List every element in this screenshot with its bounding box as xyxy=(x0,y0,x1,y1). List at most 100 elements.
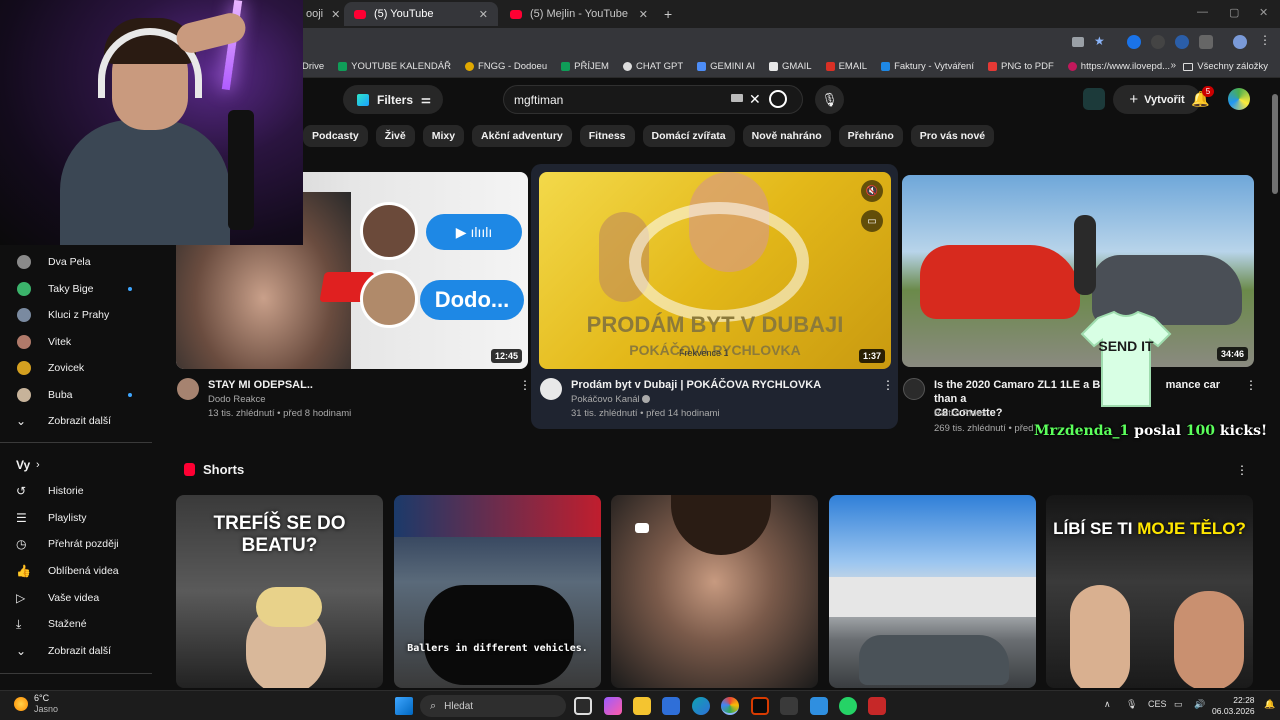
sidebar-subscription[interactable]: Kluci z Prahy xyxy=(0,304,160,326)
short-card[interactable]: LÍBÍ SE TI MOJE TĚLO? xyxy=(1046,495,1253,688)
page-scrollbar[interactable] xyxy=(1272,94,1278,194)
close-window-icon[interactable]: ✕ xyxy=(1259,6,1268,19)
app-icon[interactable] xyxy=(868,697,886,715)
chip[interactable]: Přehráno xyxy=(838,125,903,147)
edge-icon[interactable] xyxy=(692,697,710,715)
channel-avatar[interactable] xyxy=(540,378,562,400)
extension-icon[interactable] xyxy=(1127,35,1141,49)
bookmark-item[interactable]: PŘÍJEM xyxy=(561,61,609,72)
shorts-menu-icon[interactable]: ⋮ xyxy=(1236,463,1248,477)
close-tab-icon[interactable]: ✕ xyxy=(479,8,488,21)
channel-avatar[interactable] xyxy=(177,378,199,400)
bookmark-star-icon[interactable]: ★ xyxy=(1094,34,1108,48)
windows-start-icon[interactable] xyxy=(395,697,413,715)
create-button[interactable]: + Vytvořit xyxy=(1113,85,1201,114)
sidebar-item-downloads[interactable]: ⤓ Stažené xyxy=(0,613,160,635)
chip[interactable]: Fitness xyxy=(579,125,635,147)
puzzle-icon[interactable] xyxy=(1199,35,1213,49)
sidebar-show-more[interactable]: ⌄ Zobrazit další xyxy=(0,410,160,432)
filters-button[interactable]: Filters ⚌ xyxy=(343,85,443,114)
bookmark-item[interactable]: PNG to PDF xyxy=(987,61,1054,72)
chip[interactable]: Akční adventury xyxy=(472,125,572,147)
channel-name[interactable]: Dodo Reakce xyxy=(208,394,266,405)
studio-icon[interactable] xyxy=(1083,88,1105,110)
sidebar-item-watch-later[interactable]: ◷ Přehrát později xyxy=(0,533,160,555)
outlook-icon[interactable] xyxy=(662,697,680,715)
sidebar-you-heading[interactable]: Vy › xyxy=(0,454,160,476)
microphone-tray-icon[interactable]: 🎙 xyxy=(1126,699,1137,710)
sidebar-subscription[interactable]: Zovicek xyxy=(0,357,160,379)
menu-kebab-icon[interactable]: ⋮ xyxy=(1259,33,1273,47)
tab-mejlin[interactable]: (5) Mejlin - YouTube ✕ xyxy=(500,2,658,26)
video-menu-icon[interactable]: ⋮ xyxy=(519,378,531,392)
copilot-icon[interactable] xyxy=(604,697,622,715)
microphone-icon[interactable]: 🎙 xyxy=(815,85,844,114)
maximize-icon[interactable]: ▢ xyxy=(1229,6,1239,19)
photos-icon[interactable] xyxy=(810,697,828,715)
chip[interactable]: Mixy xyxy=(422,125,465,147)
new-tab-button[interactable]: + xyxy=(664,6,672,22)
sidebar-item-history[interactable]: ↺ Historie xyxy=(0,480,160,502)
chip[interactable]: Živě xyxy=(375,125,415,147)
video-thumbnail[interactable]: PRODÁM BYT V DUBAJI POKÁČOVA RYCHLOVKA F… xyxy=(539,172,891,369)
language-indicator[interactable]: CES xyxy=(1148,699,1167,709)
whatsapp-icon[interactable] xyxy=(839,697,857,715)
extension-icon[interactable] xyxy=(1151,35,1165,49)
keyboard-icon[interactable] xyxy=(731,94,743,102)
chip[interactable]: Pro vás nové xyxy=(910,125,995,147)
bookmark-item[interactable]: CHAT GPT xyxy=(622,61,683,72)
sidebar-item-your-videos[interactable]: ▷ Vaše videa xyxy=(0,587,160,609)
video-title[interactable]: STAY MI ODEPSAL.. xyxy=(208,378,313,392)
sidebar-item-liked[interactable]: 👍 Oblíbená videa xyxy=(0,560,160,582)
weather-widget[interactable]: 6°C Jasno xyxy=(14,693,58,715)
taskbar-clock[interactable]: 22:28 06.03.2026 xyxy=(1212,695,1255,717)
terminal-icon[interactable] xyxy=(751,697,769,715)
extension-icon[interactable] xyxy=(1175,35,1189,49)
bookmark-item[interactable]: FNGG - Dodoeu xyxy=(464,61,547,72)
calculator-icon[interactable] xyxy=(780,697,798,715)
channel-avatar[interactable] xyxy=(903,378,925,400)
video-menu-icon[interactable]: ⋮ xyxy=(882,378,894,392)
mute-icon[interactable]: 🔇 xyxy=(861,180,883,202)
captions-icon[interactable]: ▭ xyxy=(861,210,883,232)
bookmark-item[interactable]: Drive xyxy=(302,61,324,72)
cast-icon[interactable] xyxy=(1072,37,1084,47)
tab-youtube[interactable]: (5) YouTube ✕ xyxy=(344,2,498,26)
tray-overflow-icon[interactable]: ∧ xyxy=(1104,699,1111,710)
volume-icon[interactable]: 🔊 xyxy=(1194,699,1205,710)
chip[interactable]: Domácí zvířata xyxy=(642,125,735,147)
bookmark-item[interactable]: GMAIL xyxy=(769,61,812,72)
sidebar-subscription[interactable]: Vitek xyxy=(0,331,160,353)
bookmarks-overflow-icon[interactable]: » xyxy=(1170,60,1176,71)
notification-center-icon[interactable]: 🔔 xyxy=(1264,699,1275,710)
network-icon[interactable]: ▭ xyxy=(1174,699,1183,710)
bookmark-item[interactable]: EMAIL xyxy=(825,61,867,72)
task-view-icon[interactable] xyxy=(574,697,592,715)
all-bookmarks-folder[interactable]: Všechny záložky xyxy=(1183,61,1268,72)
short-card[interactable]: Ballers in different vehicles. xyxy=(394,495,601,688)
sidebar-subscription[interactable]: Taky Bige xyxy=(0,278,160,300)
chip[interactable]: Podcasty xyxy=(303,125,368,147)
short-card[interactable] xyxy=(611,495,818,688)
video-menu-icon[interactable]: ⋮ xyxy=(1245,378,1257,392)
search-icon[interactable] xyxy=(769,90,787,108)
sidebar-item-playlists[interactable]: ☰ Playlisty xyxy=(0,507,160,529)
chip[interactable]: Nově nahráno xyxy=(742,125,831,147)
account-avatar[interactable] xyxy=(1228,88,1250,110)
channel-name[interactable]: Raiti's Rides xyxy=(934,408,987,419)
sidebar-show-more[interactable]: ⌄ Zobrazit další xyxy=(0,640,160,662)
chrome-icon[interactable] xyxy=(721,697,739,715)
bookmark-item[interactable]: https://www.ilovepd... xyxy=(1067,61,1170,72)
short-card[interactable]: TREFÍŠ SE DO BEATU? xyxy=(176,495,383,688)
taskbar-search[interactable]: ⌕ Hledat xyxy=(420,695,566,717)
video-title[interactable]: Prodám byt v Dubaji | POKÁČOVA RYCHLOVKA xyxy=(571,378,821,392)
bookmark-item[interactable]: GEMINI AI xyxy=(697,61,755,72)
file-explorer-icon[interactable] xyxy=(633,697,651,715)
close-tab-icon[interactable]: ✕ xyxy=(639,8,648,21)
close-tab-icon[interactable]: ✕ xyxy=(331,8,340,21)
sidebar-subscription[interactable]: Buba xyxy=(0,384,160,406)
channel-name[interactable]: Pokáčovo Kanál xyxy=(571,394,651,405)
short-card[interactable] xyxy=(829,495,1036,688)
clear-search-icon[interactable]: ✕ xyxy=(749,91,761,108)
minimize-icon[interactable]: — xyxy=(1197,6,1208,18)
